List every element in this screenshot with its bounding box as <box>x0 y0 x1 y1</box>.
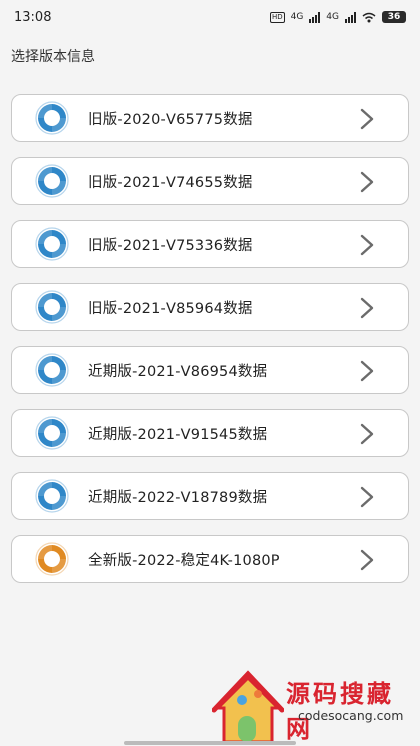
version-item[interactable]: 近期版-2021-V91545数据 <box>11 409 409 457</box>
home-indicator[interactable] <box>124 741 296 745</box>
chevron-right-icon <box>360 171 374 193</box>
swirl-logo-icon <box>35 542 69 576</box>
swirl-logo-icon <box>35 164 69 198</box>
hd-icon: HD <box>269 11 285 23</box>
signal-icon <box>309 11 321 23</box>
version-label: 近期版-2021-V91545数据 <box>88 426 268 443</box>
version-label: 近期版-2021-V86954数据 <box>88 363 268 380</box>
swirl-logo-icon <box>35 227 69 261</box>
version-item[interactable]: 旧版-2021-V75336数据 <box>11 220 409 268</box>
swirl-logo-icon <box>35 353 69 387</box>
watermark-url: codesocang.com <box>298 708 404 723</box>
swirl-logo-icon <box>35 290 69 324</box>
chevron-right-icon <box>360 297 374 319</box>
house-logo-icon <box>212 670 284 744</box>
watermark: 源码搜藏网 codesocang.com <box>212 664 420 746</box>
status-icons: HD 4G 4G 36 <box>269 11 406 23</box>
chevron-right-icon <box>360 360 374 382</box>
version-item[interactable]: 近期版-2022-V18789数据 <box>11 472 409 520</box>
battery-icon: 36 <box>382 11 406 23</box>
chevron-right-icon <box>360 549 374 571</box>
status-time: 13:08 <box>14 9 52 25</box>
signal-icon-2 <box>345 11 356 23</box>
wifi-icon <box>362 12 376 22</box>
version-label: 近期版-2022-V18789数据 <box>88 489 268 506</box>
version-label: 旧版-2021-V75336数据 <box>88 237 253 254</box>
version-item[interactable]: 全新版-2022-稳定4K-1080P <box>11 535 409 583</box>
swirl-logo-icon <box>35 416 69 450</box>
chevron-right-icon <box>360 423 374 445</box>
chevron-right-icon <box>360 108 374 130</box>
version-label: 旧版-2020-V65775数据 <box>88 111 253 128</box>
swirl-logo-icon <box>35 479 69 513</box>
status-bar: 13:08 HD 4G 4G 36 <box>0 0 420 34</box>
page-title: 选择版本信息 <box>11 49 95 65</box>
chevron-right-icon <box>360 234 374 256</box>
version-label: 旧版-2021-V85964数据 <box>88 300 253 317</box>
chevron-right-icon <box>360 486 374 508</box>
version-item[interactable]: 旧版-2020-V65775数据 <box>11 94 409 142</box>
version-item[interactable]: 近期版-2021-V86954数据 <box>11 346 409 394</box>
version-label: 旧版-2021-V74655数据 <box>88 174 253 191</box>
swirl-logo-icon <box>35 101 69 135</box>
version-item[interactable]: 旧版-2021-V74655数据 <box>11 157 409 205</box>
version-list: 旧版-2020-V65775数据 旧版-2021-V74655数据 旧版-2021-… <box>11 94 409 598</box>
version-item[interactable]: 旧版-2021-V85964数据 <box>11 283 409 331</box>
version-label: 全新版-2022-稳定4K-1080P <box>88 552 280 569</box>
net-label-1: 4G <box>290 12 304 22</box>
net-label-2: 4G <box>326 12 339 22</box>
